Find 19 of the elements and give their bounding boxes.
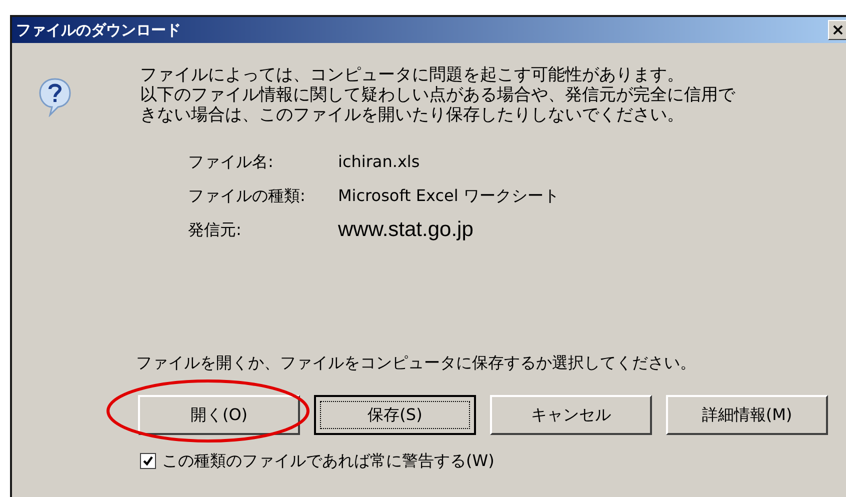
window-title: ファイルのダウンロード: [16, 20, 181, 41]
warning-message: 以下のファイル情報に関して疑わしい点がある場合や、発信元が完全に信用で: [140, 85, 735, 105]
warning-message: ファイルによっては、コンピュータに問題を起こす可能性があります。: [140, 65, 685, 85]
checkbox-label: この種類のファイルであれば常に警告する(W): [162, 450, 494, 472]
dialog-button[interactable]: 開く(O): [138, 395, 300, 435]
info-label: ファイル名:: [188, 151, 274, 173]
info-value: www.stat.go.jp: [338, 217, 474, 244]
info-value: ichiran.xls: [338, 151, 420, 173]
question-icon: [38, 77, 72, 117]
info-label: ファイルの種類:: [188, 185, 306, 207]
dialog-button[interactable]: キャンセル: [490, 395, 652, 435]
warning-message: きない場合は、このファイルを開いたり保存したりしないでください。: [140, 105, 685, 125]
info-value: Microsoft Excel ワークシート: [338, 185, 560, 207]
dialog-button[interactable]: 保存(S): [314, 395, 476, 435]
dialog-button[interactable]: 詳細情報(M): [666, 395, 828, 435]
close-button[interactable]: ×: [828, 20, 846, 40]
info-label: 発信元:: [188, 219, 242, 241]
prompt-text: ファイルを開くか、ファイルをコンピュータに保存するか選択してください。: [136, 352, 697, 374]
warn-checkbox[interactable]: [140, 453, 156, 469]
